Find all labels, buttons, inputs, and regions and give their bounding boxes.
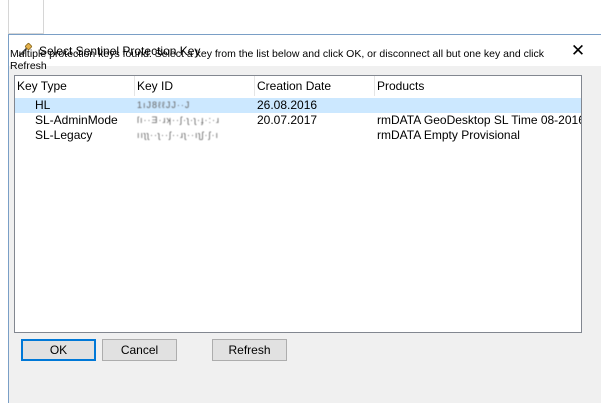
cell-creation-date: 26.08.2016 [257, 98, 318, 112]
instruction-message: Multiple protection keys found. Select a… [10, 48, 545, 72]
table-row[interactable]: SL-Legacy ııʅʅ··ʅ··ʃ··ɹʅ··ıʅʃ·ʃ·ı rmDATA… [15, 128, 581, 143]
column-header-key-type[interactable]: Key Type [15, 76, 135, 96]
table-row[interactable]: SL-AdminMode ſı··Ǝ·ɹʞ··ʃ·ʅ·ʅ·ɟ·:·ɹ 20.07… [15, 113, 581, 128]
cell-key-id: ııʅʅ··ʅ··ʃ··ɹʅ··ıʅʃ·ʃ·ı [137, 130, 219, 140]
cell-key-type: SL-AdminMode [35, 113, 118, 127]
cell-key-type: HL [35, 98, 51, 112]
cell-products: rmDATA Empty Provisional [377, 128, 520, 142]
column-header-products[interactable]: Products [375, 76, 581, 96]
column-header-key-id[interactable]: Key ID [135, 76, 255, 96]
cell-key-id: 1ıJ8ℓℓJJ··J [137, 100, 191, 110]
refresh-button[interactable]: Refresh [212, 339, 287, 361]
ok-button[interactable]: OK [21, 339, 96, 361]
background-window-tab [8, 0, 44, 34]
cell-key-type: SL-Legacy [35, 128, 93, 142]
cancel-button[interactable]: Cancel [102, 339, 177, 361]
column-header-creation-date[interactable]: Creation Date [255, 76, 375, 96]
table-row[interactable]: HL 1ıJ8ℓℓJJ··J 26.08.2016 [15, 98, 581, 113]
cell-key-id: ſı··Ǝ·ɹʞ··ʃ·ʅ·ʅ·ɟ·:·ɹ [137, 115, 220, 125]
cell-products: rmDATA GeoDesktop SL Time 08-2016 [377, 113, 582, 127]
cell-creation-date: 20.07.2017 [257, 113, 318, 127]
protection-key-list[interactable]: Key Type Key ID Creation Date Products H… [14, 75, 582, 333]
list-header: Key Type Key ID Creation Date Products [15, 76, 581, 98]
